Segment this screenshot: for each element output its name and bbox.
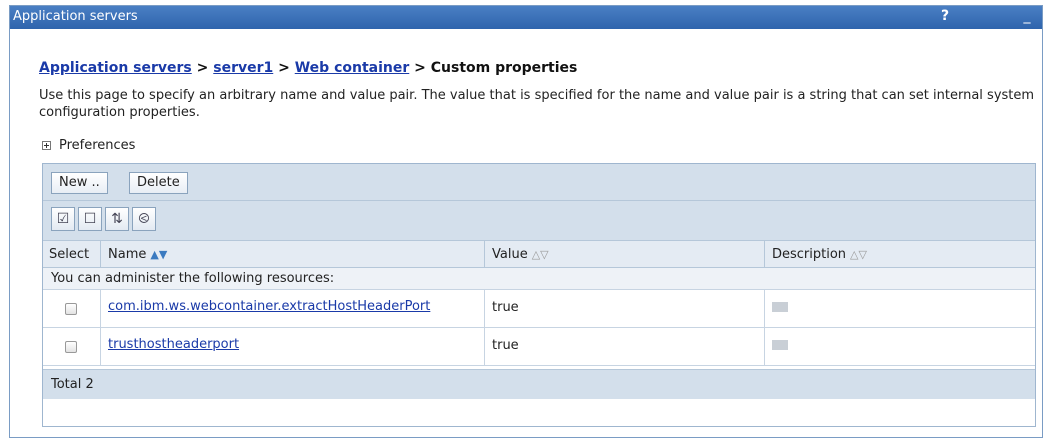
group-row: You can administer the following resourc… xyxy=(43,268,1035,290)
sort-icon[interactable]: △▽ xyxy=(532,248,549,261)
sort-icon[interactable]: △▽ xyxy=(850,248,867,261)
minimize-icon[interactable]: _ xyxy=(1016,8,1038,26)
header-description[interactable]: Description △▽ xyxy=(772,247,867,262)
column-divider xyxy=(100,290,101,328)
header-value[interactable]: Value △▽ xyxy=(492,247,549,262)
application-servers-panel: Application servers ? _ Application serv… xyxy=(9,5,1043,438)
table-row: trusthostheaderport true xyxy=(43,328,1035,366)
column-divider xyxy=(764,328,765,366)
column-divider xyxy=(100,328,101,366)
breadcrumb: Application servers > server1 > Web cont… xyxy=(39,60,577,76)
property-value: true xyxy=(492,338,519,353)
property-name-link[interactable]: com.ibm.ws.webcontainer.extractHostHeade… xyxy=(108,299,430,314)
table-footer: Total 2 xyxy=(43,369,1035,399)
total-count: Total 2 xyxy=(51,377,94,392)
column-divider xyxy=(764,290,765,328)
deselect-all-icon[interactable]: ☐ xyxy=(78,207,102,231)
column-divider xyxy=(484,290,485,328)
header-value-label: Value xyxy=(492,247,528,262)
property-name-link[interactable]: trusthostheaderport xyxy=(108,337,239,352)
breadcrumb-separator: > xyxy=(196,60,209,76)
delete-button[interactable]: Delete xyxy=(129,172,188,194)
icon-toolbar: ☑ ☐ ⇅ ⧀ xyxy=(43,201,1035,241)
column-divider xyxy=(484,328,485,366)
header-description-label: Description xyxy=(772,247,847,262)
panel-titlebar: Application servers ? _ xyxy=(10,6,1042,29)
expand-icon[interactable] xyxy=(42,141,51,150)
header-name-label: Name xyxy=(108,247,147,262)
column-divider xyxy=(764,241,765,268)
new-button[interactable]: New .. xyxy=(51,172,108,194)
row-checkbox[interactable] xyxy=(65,341,77,353)
breadcrumb-separator: > xyxy=(414,60,426,76)
breadcrumb-current: Custom properties xyxy=(430,60,578,76)
sort-icon[interactable]: ▲▼ xyxy=(150,248,167,261)
clear-filter-icon[interactable]: ⧀ xyxy=(132,207,156,231)
breadcrumb-server1[interactable]: server1 xyxy=(213,60,273,76)
breadcrumb-web-container[interactable]: Web container xyxy=(295,60,410,76)
header-name[interactable]: Name ▲▼ xyxy=(108,247,167,262)
action-toolbar: New .. Delete xyxy=(43,164,1035,201)
group-label: You can administer the following resourc… xyxy=(51,271,335,286)
description-icon xyxy=(772,340,788,350)
custom-properties-table: New .. Delete ☑ ☐ ⇅ ⧀ Select Name ▲▼ Valu… xyxy=(42,163,1036,427)
select-all-icon[interactable]: ☑ xyxy=(51,207,75,231)
page-description: Use this page to specify an arbitrary na… xyxy=(39,88,1035,120)
table-row: com.ibm.ws.webcontainer.extractHostHeade… xyxy=(43,290,1035,328)
preferences-toggle[interactable]: Preferences xyxy=(42,138,135,153)
preferences-label: Preferences xyxy=(59,138,136,153)
column-divider xyxy=(100,241,101,268)
show-filter-icon[interactable]: ⇅ xyxy=(105,207,129,231)
column-divider xyxy=(484,241,485,268)
header-select: Select xyxy=(49,247,90,262)
property-value: true xyxy=(492,300,519,315)
breadcrumb-separator: > xyxy=(278,60,290,76)
help-icon[interactable]: ? xyxy=(937,8,953,26)
row-checkbox[interactable] xyxy=(65,303,77,315)
breadcrumb-application-servers[interactable]: Application servers xyxy=(39,60,192,76)
panel-title: Application servers xyxy=(13,9,138,24)
table-header: Select Name ▲▼ Value △▽ Description △▽ xyxy=(43,241,1035,268)
description-icon xyxy=(772,302,788,312)
